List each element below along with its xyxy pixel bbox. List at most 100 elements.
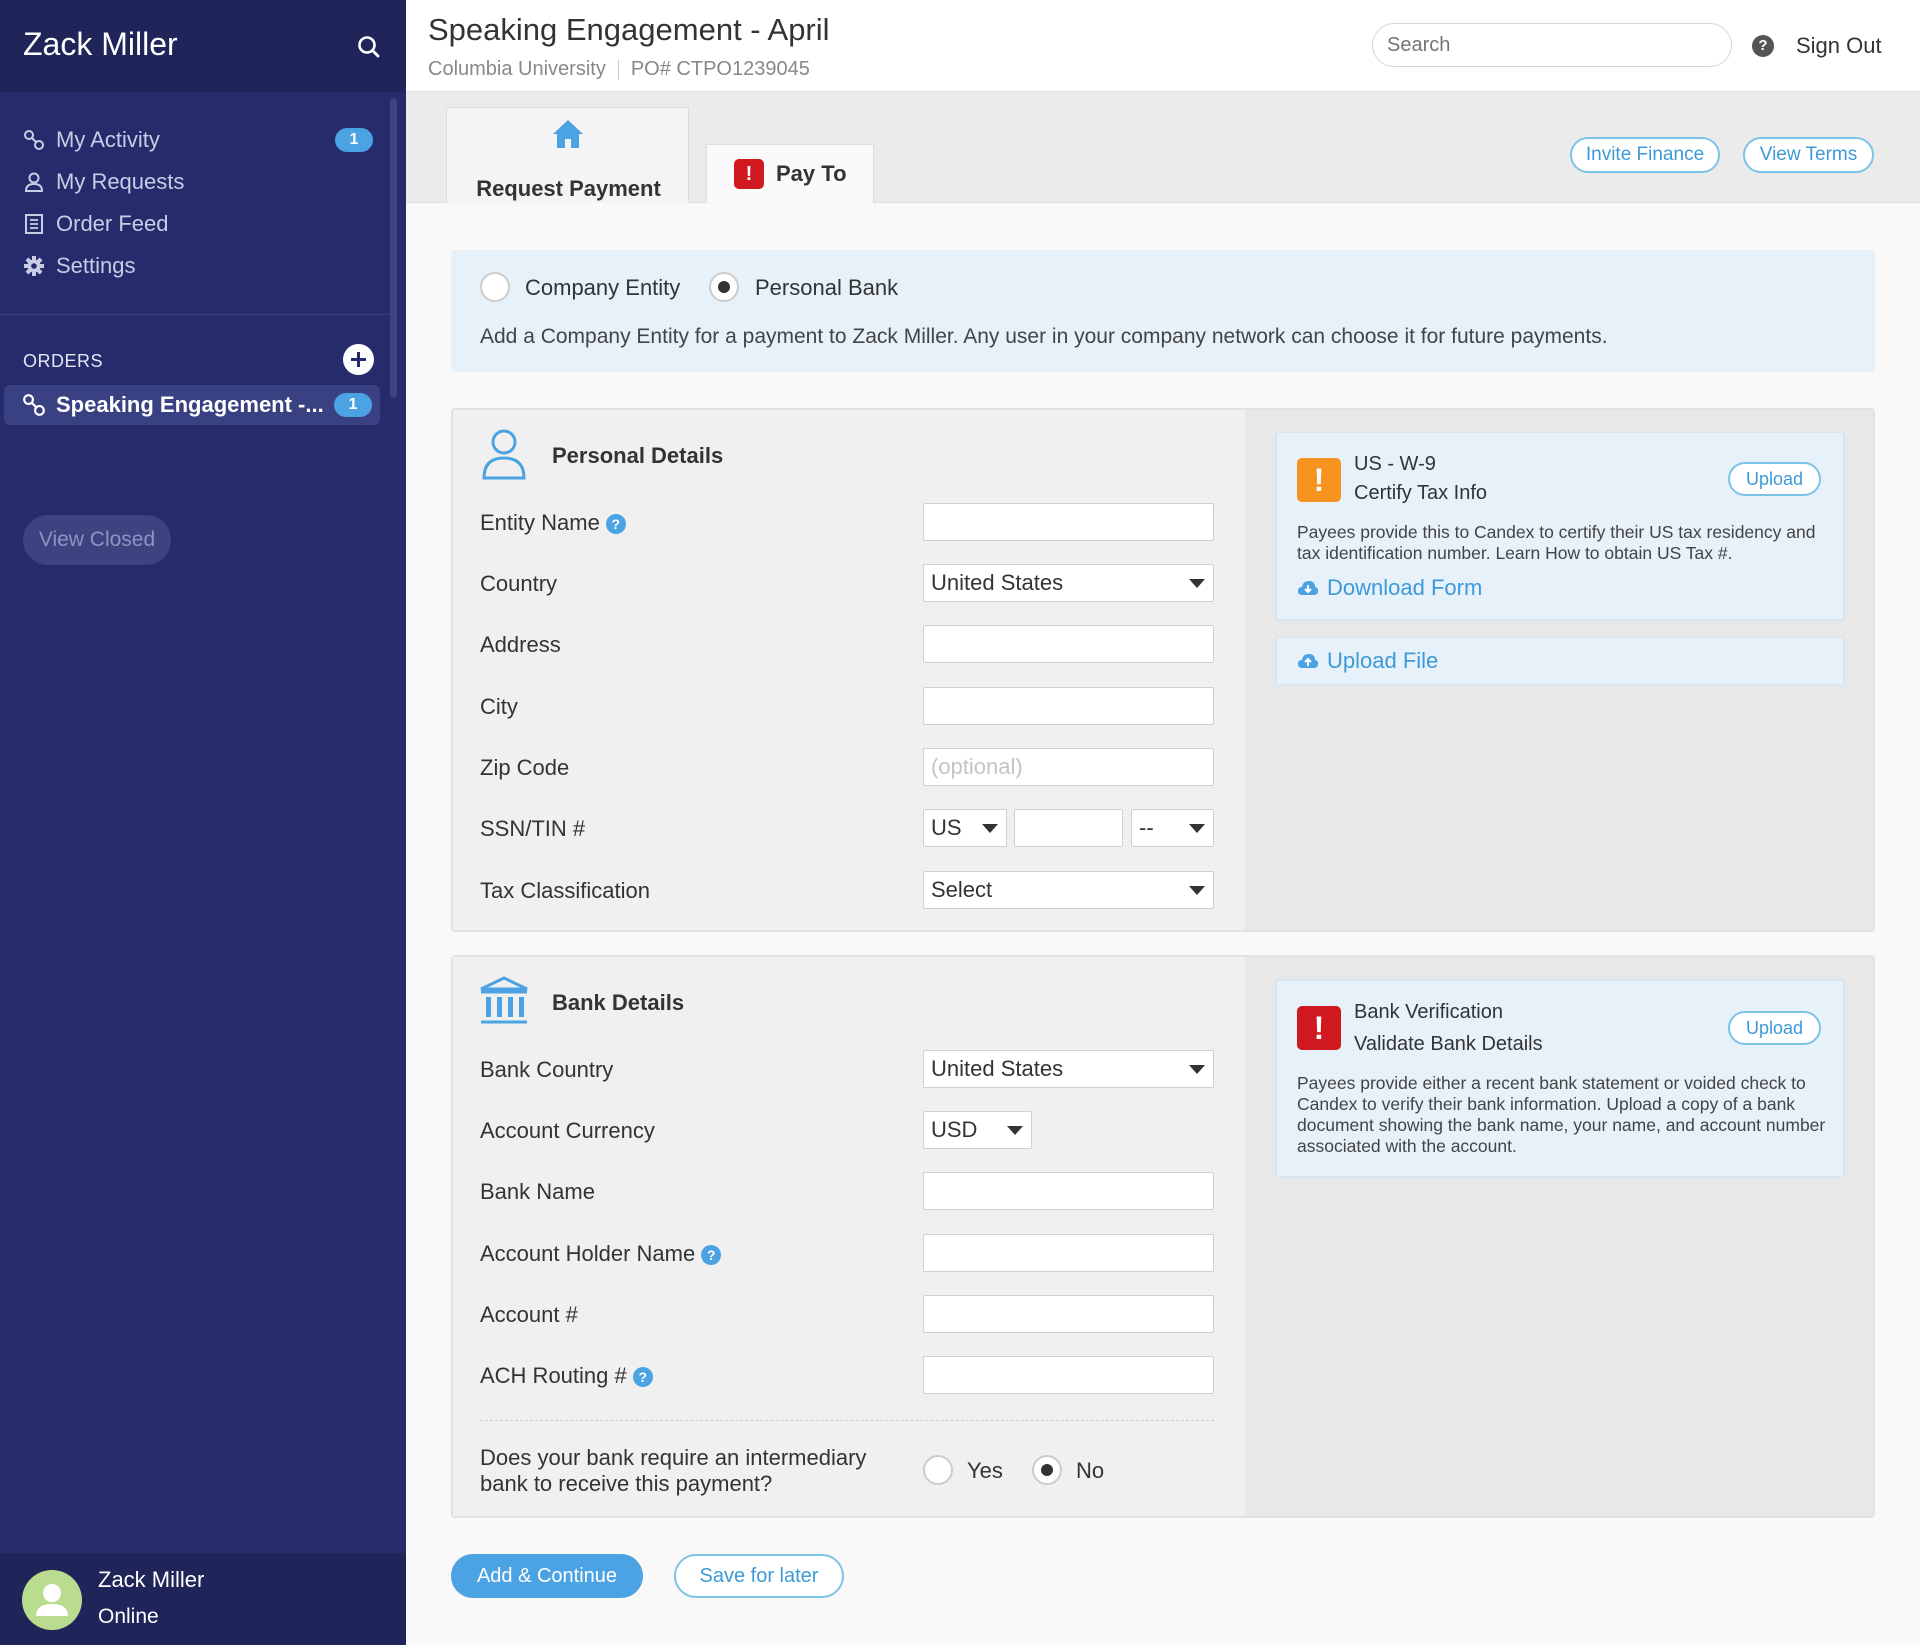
sidebar-user-name: Zack Miller	[23, 26, 178, 62]
company-entity-label: Company Entity	[525, 275, 681, 300]
account-currency-select[interactable]: USD	[923, 1111, 1032, 1149]
sidebar-item-settings[interactable]: Settings	[22, 249, 377, 283]
city-input[interactable]	[923, 687, 1214, 725]
account-number-label: Account #	[480, 1302, 578, 1327]
search-icon[interactable]	[356, 34, 382, 60]
avatar[interactable]	[22, 1570, 82, 1630]
user-icon	[22, 170, 46, 194]
tax-classification-label: Tax Classification	[480, 878, 650, 903]
cloud-download-icon	[1298, 581, 1318, 595]
bank-verification-subtitle: Validate Bank Details	[1354, 1033, 1543, 1055]
question-icon[interactable]: ?	[701, 1245, 722, 1266]
sidebar-item-label: My Activity	[56, 127, 160, 152]
account-currency-label: Account Currency	[480, 1118, 655, 1143]
download-form-link[interactable]: Download Form	[1297, 575, 1482, 601]
order-item-speaking-engagement[interactable]: Speaking Engagement -... 1	[4, 385, 380, 425]
account-holder-input[interactable]	[923, 1234, 1214, 1272]
orders-section-label: ORDERS	[23, 351, 104, 371]
entity-name-input[interactable]	[923, 503, 1214, 541]
home-icon	[551, 118, 585, 150]
ssn-country-select[interactable]: US	[923, 809, 1007, 847]
view-terms-button[interactable]: View Terms	[1743, 137, 1874, 173]
tab-request-payment[interactable]: Request Payment	[446, 107, 689, 204]
user-avatar-icon	[36, 1584, 68, 1616]
save-for-later-button[interactable]: Save for later	[674, 1554, 844, 1598]
zip-code-input[interactable]: (optional)	[923, 748, 1214, 786]
sidebar-item-label: Order Feed	[56, 211, 169, 236]
entity-name-label-text: Entity Name	[480, 510, 600, 535]
ach-routing-input[interactable]	[923, 1356, 1214, 1394]
search-input[interactable]	[1372, 23, 1732, 67]
entity-type-panel	[451, 250, 1875, 372]
personal-bank-label: Personal Bank	[755, 275, 899, 300]
tab-bar: Request Payment ! Pay To Invite Finance …	[406, 92, 1920, 204]
upload-file-link[interactable]: Upload File	[1297, 648, 1438, 674]
country-select[interactable]: United States	[923, 564, 1214, 602]
help-icon[interactable]: ?	[1752, 35, 1774, 57]
order-count-badge: 1	[334, 393, 372, 417]
bank-verification-title: Bank Verification	[1354, 1001, 1503, 1023]
sidebar-scrollbar[interactable]	[390, 98, 397, 398]
tax-classification-select[interactable]: Select	[923, 871, 1214, 909]
bank-verification-description: Payees provide either a recent bank stat…	[1297, 1073, 1826, 1156]
w9-subtitle: Certify Tax Info	[1354, 482, 1488, 504]
bank-details-title: Bank Details	[552, 990, 685, 1015]
sidebar: Zack Miller My Activity 1 My Requests Or…	[0, 0, 406, 1645]
view-closed-button[interactable]: View Closed	[23, 515, 171, 565]
account-holder-label: Account Holder Name?	[480, 1241, 722, 1267]
bank-country-select[interactable]: United States	[923, 1050, 1214, 1088]
sidebar-item-label: My Requests	[56, 169, 185, 194]
list-icon	[22, 212, 46, 236]
bank-verification-upload-button[interactable]: Upload	[1728, 1011, 1821, 1045]
intermediary-yes-label: Yes	[967, 1458, 1003, 1483]
gear-icon	[22, 254, 46, 278]
intermediary-no-radio[interactable]	[1032, 1455, 1062, 1485]
tab-pay-to[interactable]: ! Pay To	[706, 144, 874, 204]
personal-details-title: Personal Details	[552, 443, 724, 468]
alert-icon: !	[734, 159, 764, 189]
invite-finance-button[interactable]: Invite Finance	[1570, 137, 1720, 173]
add-order-button[interactable]	[343, 344, 374, 375]
question-icon[interactable]: ?	[605, 514, 626, 535]
po-number: PO# CTPO1239045	[630, 58, 810, 80]
intermediary-question: Does your bank require an intermediary b…	[480, 1445, 867, 1496]
cloud-upload-icon	[1298, 654, 1318, 668]
ssn-number-input[interactable]	[1014, 809, 1123, 847]
w9-title: US - W-9	[1354, 453, 1436, 475]
sidebar-item-order-feed[interactable]: Order Feed	[22, 207, 377, 241]
company-entity-radio[interactable]	[480, 272, 510, 302]
footer-user-name: Zack Miller	[98, 1567, 205, 1592]
page-title: Speaking Engagement - April	[428, 12, 830, 47]
w9-upload-button[interactable]: Upload	[1728, 462, 1821, 496]
bank-name-label: Bank Name	[480, 1179, 595, 1204]
person-icon	[480, 428, 528, 482]
upload-file-text: Upload File	[1327, 648, 1439, 673]
entity-description: Add a Company Entity for a payment to Za…	[480, 325, 1608, 348]
alert-icon: !	[1297, 1006, 1341, 1050]
entity-name-label: Entity Name?	[480, 510, 626, 536]
sidebar-item-my-activity[interactable]: My Activity 1	[22, 123, 377, 157]
account-number-input[interactable]	[923, 1295, 1214, 1333]
intermediary-yes-radio[interactable]	[923, 1455, 953, 1485]
tab-label: Pay To	[776, 161, 847, 186]
alert-icon: !	[1297, 458, 1341, 502]
personal-bank-radio[interactable]	[709, 272, 739, 302]
add-continue-button[interactable]: Add & Continue	[451, 1554, 643, 1598]
link-icon	[22, 393, 46, 417]
sign-out-link[interactable]: Sign Out	[1796, 33, 1882, 59]
address-label: Address	[480, 632, 561, 657]
question-icon[interactable]: ?	[632, 1367, 653, 1388]
plus-icon	[351, 352, 366, 367]
bank-icon	[478, 975, 530, 1027]
section-divider	[480, 1420, 1214, 1421]
bank-name-input[interactable]	[923, 1172, 1214, 1210]
country-label: Country	[480, 571, 558, 596]
address-input[interactable]	[923, 625, 1214, 663]
sidebar-item-label: Settings	[56, 253, 136, 278]
ssn-suffix-select[interactable]: --	[1131, 809, 1214, 847]
download-form-text: Download Form	[1327, 575, 1483, 600]
sidebar-item-my-requests[interactable]: My Requests	[22, 165, 377, 199]
bank-country-label: Bank Country	[480, 1057, 614, 1082]
organization-name: Columbia University	[428, 58, 606, 80]
sidebar-divider	[0, 314, 390, 315]
